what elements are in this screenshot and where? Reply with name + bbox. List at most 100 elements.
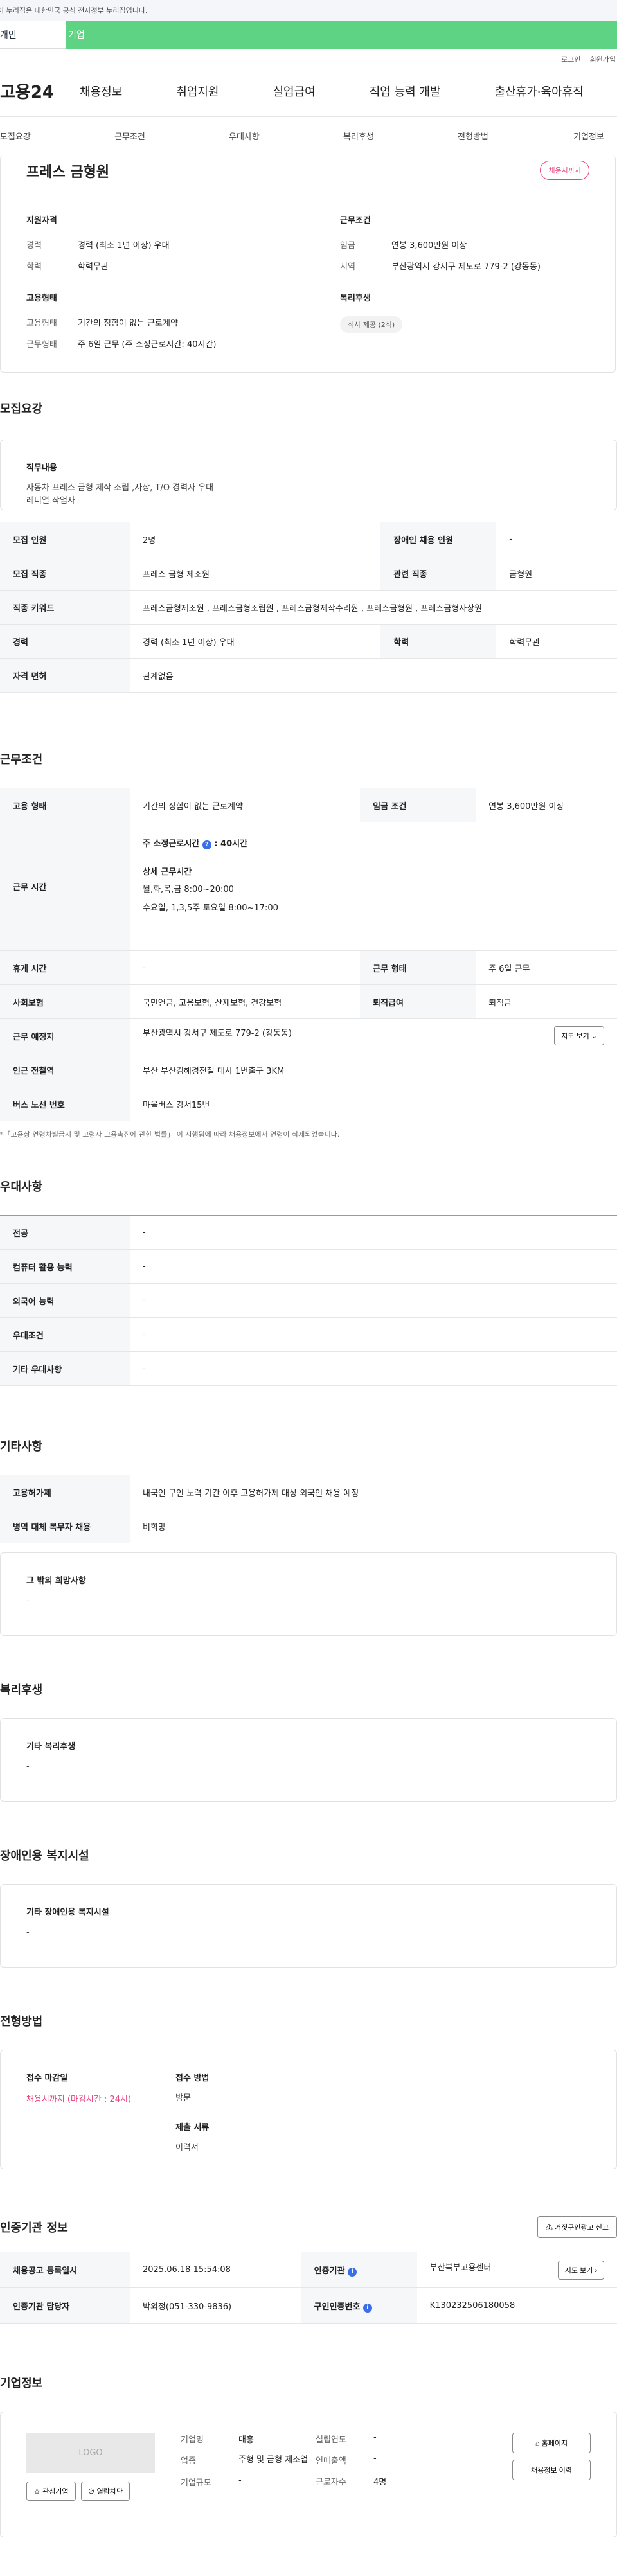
revenue-value: -	[373, 2454, 377, 2464]
table-row: 우대조건 -	[0, 1317, 617, 1352]
tab-personal[interactable]: 개인	[0, 21, 66, 49]
block-view-button[interactable]: ⊘ 열람차단	[80, 2482, 130, 2501]
favorite-company-button[interactable]: ☆ 관심기업	[26, 2482, 76, 2501]
table-header: 채용공고 등록일시	[0, 2252, 130, 2288]
table-header: 기타 우대사항	[0, 1351, 130, 1386]
table-row: 휴게 시간 - 근무 형태 주 6일 근무	[0, 950, 617, 985]
agency-map-button[interactable]: 지도 보기 ›	[557, 2260, 604, 2280]
table-cell: 2명	[130, 522, 381, 556]
cert-number-label: 구인인증번호	[314, 2302, 361, 2312]
table-header: 임금 조건	[360, 788, 476, 822]
company-name-label: 기업명	[181, 2435, 204, 2445]
gnb-item-leave[interactable]: 출산휴가·육아휴직	[495, 83, 584, 100]
tab-selection[interactable]: 전형방법	[458, 130, 488, 142]
table-header: 인증기관 담당자	[0, 2287, 130, 2324]
selection-section-title: 전형방법	[0, 2015, 43, 2029]
table-row: 인근 전철역 부산 부산김해경전철 대사 1번출구 3KM	[0, 1053, 617, 1087]
docs-heading: 제출 서류	[175, 2123, 210, 2133]
table-header: 전공	[0, 1215, 130, 1250]
info-icon[interactable]: ?	[202, 840, 211, 849]
table-cell: -	[130, 1351, 617, 1386]
job-title: 프레스 금형원	[26, 164, 110, 181]
table-cell: -	[130, 1283, 617, 1318]
gnb-item-jobs[interactable]: 채용정보	[80, 83, 122, 100]
table-header: 자격 면허	[0, 658, 130, 693]
table-header: 사회보험	[0, 984, 130, 1019]
method-value: 방문	[175, 2093, 191, 2103]
table-header: 버스 노선 번호	[0, 1087, 130, 1121]
company-name-value: 대흥	[238, 2435, 254, 2445]
work-type-value: 주 6일 근무 (주 소정근로시간: 40시간)	[78, 340, 217, 350]
block-view-label: 열람차단	[96, 2488, 123, 2496]
docs-value: 이력서	[175, 2143, 199, 2153]
weekly-hours-label: 주 소정근로시간	[143, 839, 200, 849]
table-cell: 퇴직금	[476, 984, 617, 1019]
weekly-hours-value: 40시간	[220, 839, 248, 849]
info-icon[interactable]: i	[348, 2267, 357, 2277]
table-cell: -	[130, 1249, 617, 1284]
work-type-label: 근무형태	[26, 340, 57, 350]
welfare-box: 기타 복리후생 -	[0, 1718, 617, 1802]
info-icon[interactable]: i	[362, 2303, 372, 2313]
disabled-section-title: 장애인용 복지시설	[0, 1849, 89, 1863]
table-cell: 비희망	[130, 1509, 617, 1543]
site-logo[interactable]: 고용24	[0, 79, 80, 103]
detail-hours-line: 수요일, 1,3,5주 토요일 8:00~17:00	[143, 903, 278, 913]
education-label: 학력	[26, 262, 42, 272]
tab-work-conditions[interactable]: 근무조건	[114, 130, 145, 142]
gnb-item-training[interactable]: 직업 능력 개발	[370, 83, 441, 100]
table-cell: 부산 부산김해경전철 대사 1번출구 3KM	[130, 1053, 617, 1087]
disabled-box-value: -	[26, 1928, 30, 1937]
table-header: 경력	[0, 624, 130, 659]
work-table: 고용 형태 기간의 정함이 없는 근로계약 임금 조건 연봉 3,600만원 이…	[0, 788, 617, 1121]
founded-label: 설립연도	[316, 2435, 346, 2445]
table-cell: 주 6일 근무	[476, 950, 617, 985]
table-row: 고용허가제 내국인 구인 노력 기간 이후 고용허가제 대상 외국인 채용 예정	[0, 1475, 617, 1509]
utility-menu: 로그인 회원가입	[0, 49, 617, 66]
welfare-tag: 식사 제공 (2식)	[340, 316, 403, 333]
signup-link[interactable]: 회원가입	[590, 54, 616, 66]
industry-value: 주형 및 금형 제조업	[238, 2455, 308, 2465]
tab-recruit[interactable]: 모집요강	[0, 130, 31, 142]
false-ad-report-button[interactable]: ⚠ 거짓구인광고 신고	[537, 2216, 617, 2238]
table-row: 경력 경력 (최소 1년 이상) 우대 학력 학력무관	[0, 624, 617, 659]
table-cell: 프레스 금형 제조원	[130, 556, 381, 591]
table-row: 버스 노선 번호 마을버스 강서15번	[0, 1087, 617, 1121]
agency-section-title: 인증기관 정보	[0, 2221, 68, 2235]
table-row: 채용공고 등록일시 2025.06.18 15:54:08 인증기관 i 부산북…	[0, 2252, 617, 2288]
table-row: 외국어 능력 -	[0, 1283, 617, 1318]
table-header: 직종 키워드	[0, 590, 130, 625]
chevron-right-icon: ›	[595, 2266, 597, 2275]
recruit-section-title: 모집요강	[0, 402, 43, 416]
false-ad-report-label: 거짓구인광고 신고	[554, 2224, 609, 2232]
qualification-heading: 지원자격	[26, 216, 57, 226]
table-cell: 연봉 3,600만원 이상	[476, 788, 617, 822]
tab-company[interactable]: 기업정보	[573, 130, 604, 142]
table-header: 구인인증번호 i	[301, 2287, 417, 2324]
company-logo-placeholder: LOGO	[26, 2433, 155, 2473]
welfare-heading: 복리후생	[340, 294, 371, 303]
table-cell: 국민연금, 고용보험, 산재보험, 건강보험	[130, 984, 361, 1019]
map-view-button[interactable]: 지도 보기 ⌄	[554, 1026, 604, 1045]
table-header: 관련 직종	[380, 556, 497, 591]
job-history-button[interactable]: 채용정보 이력	[512, 2460, 591, 2480]
gov-notice-bar: 이 누리집은 대한민국 공식 전자정부 누리집입니다.	[0, 0, 617, 21]
table-cell: -	[130, 1215, 617, 1250]
table-row: 인증기관 담당자 박외정(051-330-9836) 구인인증번호 i K130…	[0, 2287, 617, 2324]
table-row: 근무 시간 주 소정근로시간 ? : 40시간 상세 근무시간 월,화,목,금 …	[0, 822, 617, 951]
tab-preferences[interactable]: 우대사항	[229, 130, 260, 142]
table-cell: 관계없음	[130, 658, 617, 693]
favorite-company-label: 관심기업	[42, 2488, 69, 2496]
duty-heading: 직무내용	[26, 463, 57, 473]
gnb-item-unemployment-benefit[interactable]: 실업급여	[273, 83, 316, 100]
table-row: 병역 대체 복무자 채용 비희망	[0, 1509, 617, 1543]
table-header: 우대조건	[0, 1317, 130, 1352]
location-value: 부산광역시 강서구 제도로 779-2 (강동동)	[391, 262, 541, 272]
status-badge: 채용시까지	[540, 161, 589, 180]
homepage-button[interactable]: ⌂ 홈페이지	[512, 2433, 591, 2453]
login-link[interactable]: 로그인	[561, 54, 580, 66]
user-type-tabs: 개인 기업	[0, 21, 617, 49]
gnb-item-employment-support[interactable]: 취업지원	[176, 83, 219, 100]
tab-company[interactable]: 기업	[66, 21, 617, 49]
tab-welfare[interactable]: 복리후생	[343, 130, 374, 142]
